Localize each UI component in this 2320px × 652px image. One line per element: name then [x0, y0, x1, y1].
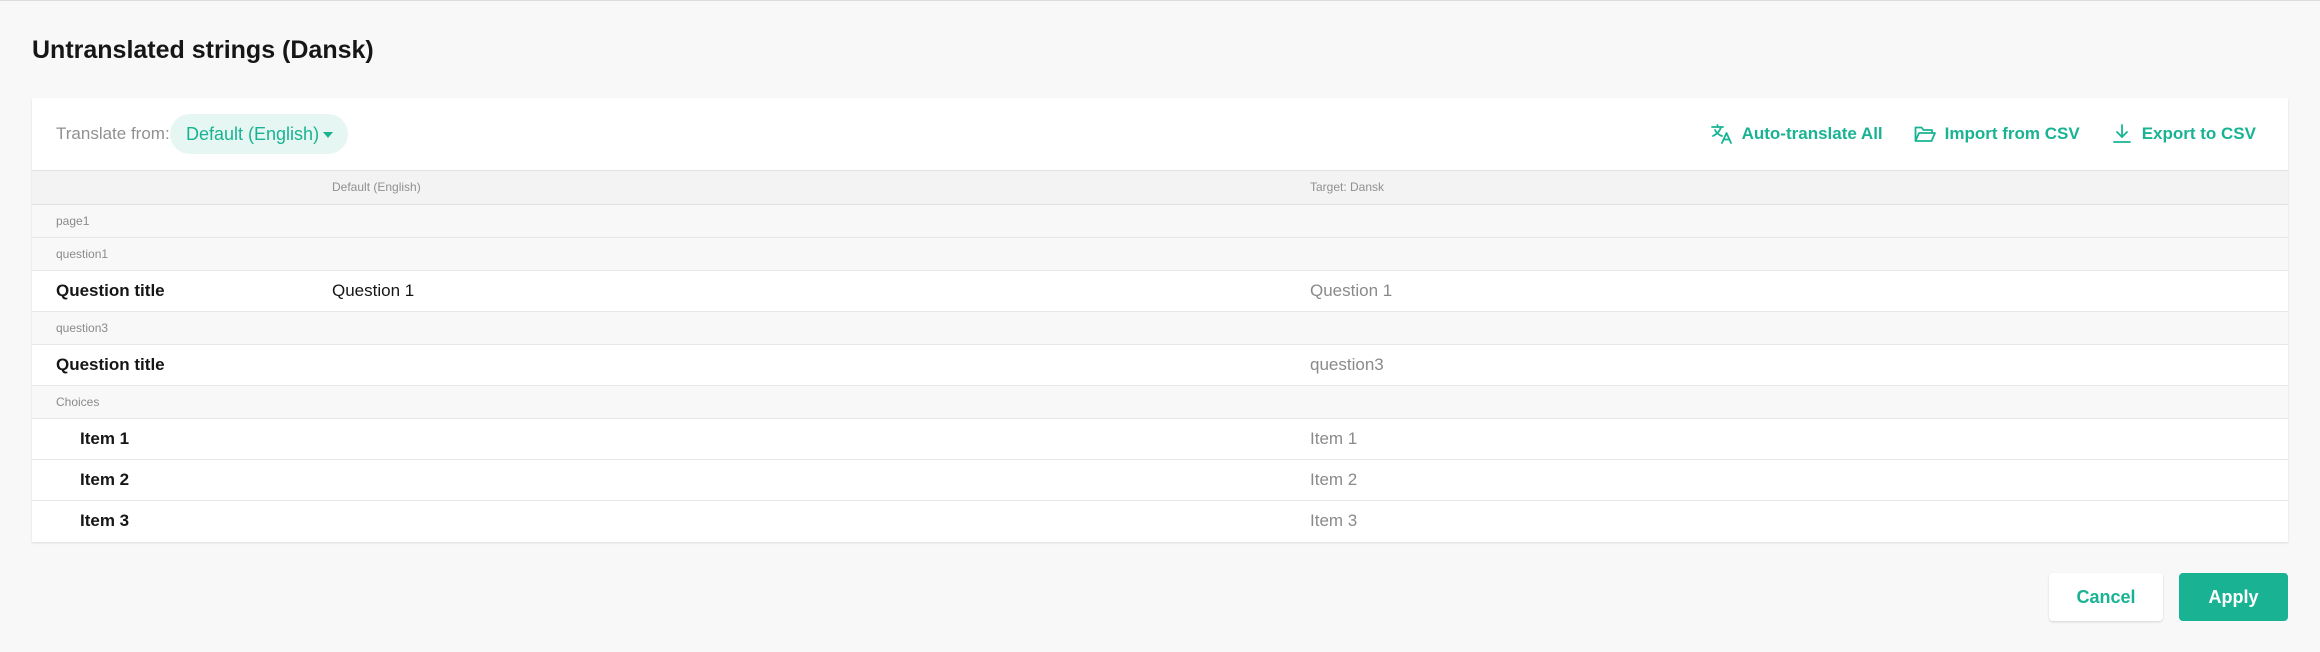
target-input[interactable]: question3 [1310, 355, 1384, 375]
translation-panel: Translate from: Default (English) Auto-t… [32, 98, 2288, 542]
string-name: Question title [56, 281, 165, 300]
string-row: Question title question3 [32, 345, 2288, 386]
column-header-source: Default (English) [332, 180, 421, 194]
group-label: question1 [56, 247, 109, 261]
export-to-csv-button[interactable]: Export to CSV [2110, 120, 2256, 148]
dialog-title: Untranslated strings (Dansk) [32, 36, 374, 64]
group-label: question3 [56, 321, 109, 335]
apply-button[interactable]: Apply [2179, 573, 2288, 621]
import-from-csv-label: Import from CSV [1944, 124, 2080, 143]
target-input[interactable]: Question 1 [1310, 281, 1392, 301]
toolbar-actions: Auto-translate All Import from CSV Expor… [1710, 120, 2256, 148]
caret-down-icon [323, 132, 333, 138]
group-label: Choices [56, 395, 100, 409]
group-row: question3 [32, 312, 2288, 345]
translate-from-dropdown[interactable]: Default (English) [170, 114, 348, 154]
string-name: Item 1 [80, 429, 130, 448]
string-name: Question title [56, 355, 165, 374]
translate-from-value: Default (English) [186, 123, 320, 144]
download-icon [2112, 124, 2131, 143]
group-row: Choices [32, 386, 2288, 419]
string-row: Question title Question 1 Question 1 [32, 271, 2288, 312]
export-to-csv-label: Export to CSV [2141, 124, 2256, 143]
import-from-csv-button[interactable]: Import from CSV [1913, 120, 2080, 148]
translate-icon [1710, 124, 1732, 144]
translation-toolbar: Translate from: Default (English) Auto-t… [32, 98, 2288, 171]
translation-dialog: Untranslated strings (Dansk) Translate f… [0, 0, 2320, 652]
translate-from-label: Translate from: [56, 124, 170, 143]
source-text: Question 1 [332, 281, 415, 300]
group-label: page1 [56, 214, 90, 228]
folder-open-icon [1914, 126, 1936, 142]
group-row: question1 [32, 238, 2288, 271]
auto-translate-all-label: Auto-translate All [1741, 124, 1883, 143]
cancel-button[interactable]: Cancel [2049, 573, 2163, 621]
string-name: Item 2 [80, 470, 130, 489]
target-input[interactable]: Item 3 [1310, 511, 1357, 531]
auto-translate-all-button[interactable]: Auto-translate All [1710, 120, 1883, 148]
string-name: Item 3 [80, 511, 130, 530]
target-input[interactable]: Item 2 [1310, 470, 1357, 490]
string-row: Item 3 Item 3 [32, 501, 2288, 542]
string-row: Item 1 Item 1 [32, 419, 2288, 460]
grid-header: Default (English) Target: Dansk [32, 171, 2288, 205]
column-header-target: Target: Dansk [1310, 180, 1385, 194]
string-row: Item 2 Item 2 [32, 460, 2288, 501]
target-input[interactable]: Item 1 [1310, 429, 1357, 449]
group-row: page1 [32, 205, 2288, 238]
